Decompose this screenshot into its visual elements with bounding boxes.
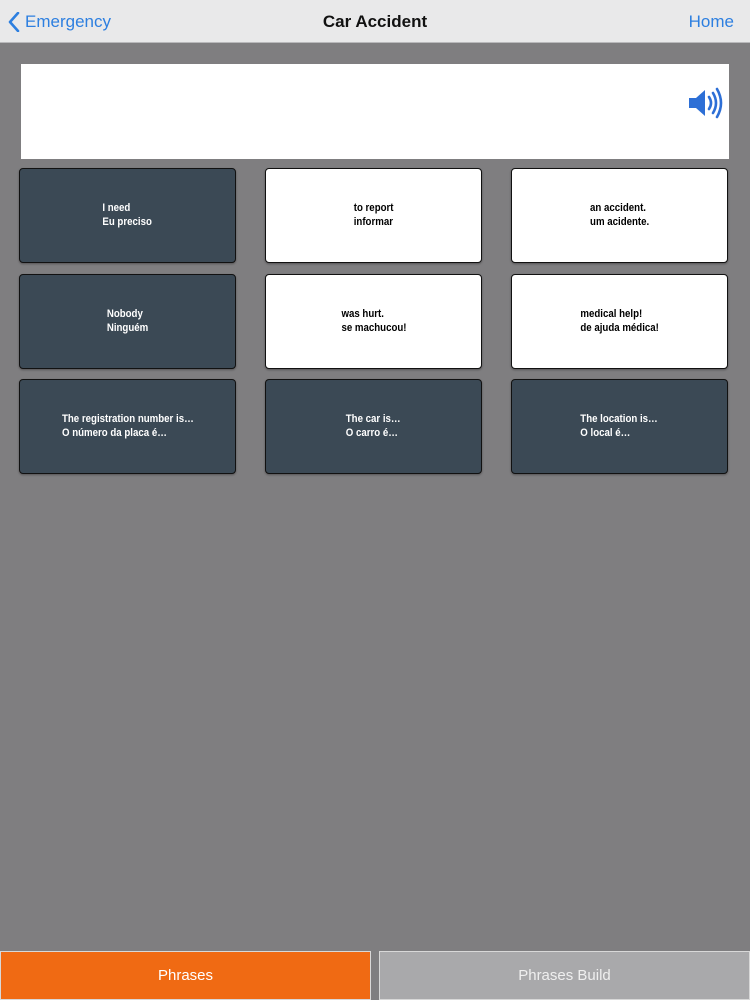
navigation-bar: Emergency Car Accident Home — [0, 0, 750, 43]
phrase-english: The location is… — [580, 413, 659, 425]
phrase-portuguese: um acidente. — [589, 215, 650, 228]
phrase-english: medical help! — [580, 308, 643, 320]
tab-phrases-build[interactable]: Phrases Build — [379, 951, 750, 1000]
phrase-english: Nobody — [106, 308, 143, 320]
phrase-tile-nobody[interactable]: Nobody Ninguém — [19, 274, 236, 369]
phrase-tile-text: an accident. um acidente. — [590, 202, 649, 229]
phrase-english: an accident. — [589, 202, 646, 214]
phrase-english: was hurt. — [340, 308, 384, 320]
back-button-label: Emergency — [25, 11, 111, 31]
phrase-tile-text: The car is… O carro é… — [346, 413, 401, 440]
phrase-tile-medical-help[interactable]: medical help! de ajuda médica! — [511, 274, 728, 369]
page-title: Car Accident — [322, 12, 428, 31]
phrase-tile-to-report[interactable]: to report informar — [265, 168, 482, 263]
bottom-tab-bar: Phrases Phrases Build — [0, 951, 750, 1000]
phrase-english: The registration number is… — [61, 413, 194, 425]
phrase-tile-text: I need Eu preciso — [103, 202, 153, 229]
phrase-tile-text: Nobody Ninguém — [107, 308, 148, 335]
phrase-portuguese: Ninguém — [106, 321, 149, 334]
phrase-portuguese: informar — [353, 215, 393, 228]
phrase-portuguese: se machucou! — [340, 321, 407, 334]
phrase-tile-was-hurt[interactable]: was hurt. se machucou! — [265, 274, 482, 369]
home-button[interactable]: Home — [689, 0, 734, 43]
phrase-tile-text: The registration number is… O número da … — [62, 413, 194, 440]
phrase-english: I need — [102, 202, 131, 214]
phrase-tile-the-car-is[interactable]: The car is… O carro é… — [265, 379, 482, 474]
back-button[interactable]: Emergency — [8, 0, 111, 43]
phrase-tile-the-location-is[interactable]: The location is… O local é… — [511, 379, 728, 474]
speaker-volume-icon[interactable] — [687, 86, 723, 120]
phrase-output-box — [21, 64, 729, 159]
phrase-portuguese: de ajuda médica! — [580, 321, 659, 334]
phrase-portuguese: Eu preciso — [102, 215, 153, 228]
tab-phrases[interactable]: Phrases — [0, 951, 371, 1000]
phrase-tile-registration-number[interactable]: The registration number is… O número da … — [19, 379, 236, 474]
phrase-tile-i-need[interactable]: I need Eu preciso — [19, 168, 236, 263]
phrase-tile-an-accident[interactable]: an accident. um acidente. — [511, 168, 728, 263]
phrase-tile-text: was hurt. se machucou! — [341, 308, 406, 335]
phrase-portuguese: O local é… — [580, 426, 631, 439]
phrase-portuguese: O número da placa é… — [61, 426, 167, 439]
phrase-english: The car is… — [346, 413, 401, 425]
phrase-english: to report — [353, 202, 394, 214]
chevron-left-icon — [8, 11, 20, 32]
phrase-tile-text: The location is… O local é… — [581, 413, 658, 440]
phrase-tile-text: to report informar — [354, 202, 394, 229]
phrase-tile-text: medical help! de ajuda médica! — [580, 308, 659, 335]
phrase-portuguese: O carro é… — [346, 426, 399, 439]
